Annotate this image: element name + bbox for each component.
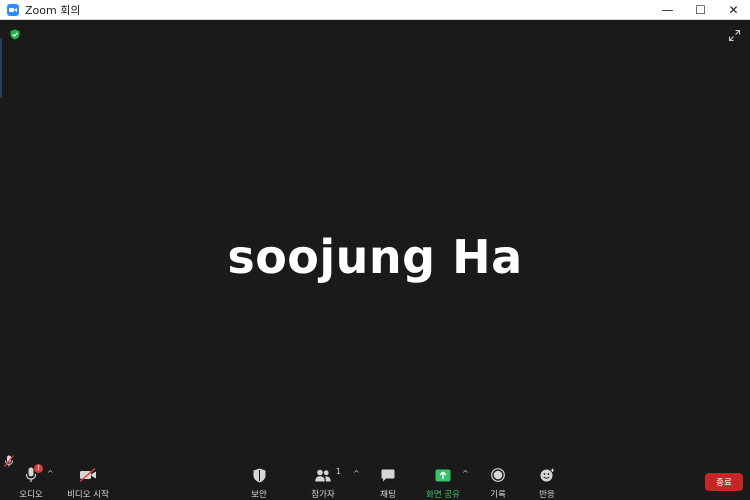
minimize-button[interactable]: —	[651, 0, 684, 20]
audio-options-chevron-icon[interactable]: ^	[47, 469, 54, 478]
window-title: Zoom 회의	[25, 3, 81, 17]
reactions-button[interactable]: 반응	[534, 466, 560, 500]
record-button[interactable]: 기록	[485, 466, 511, 500]
microphone-icon: !	[25, 464, 43, 484]
start-video-button[interactable]: 비디오 시작	[65, 466, 111, 500]
people-icon: 1	[315, 466, 341, 484]
fullscreen-icon[interactable]	[728, 26, 741, 45]
participants-button[interactable]: 1 참가자	[309, 466, 341, 500]
chat-button[interactable]: 채팅	[375, 466, 401, 500]
participants-options-chevron-icon[interactable]: ^	[353, 469, 360, 478]
meeting-toolbar: ! 오디오 ^ 비디오 시작 보안 1 참가자 ^ 채팅 화면 공유 ^ 기록 …	[0, 464, 750, 500]
left-edge-strip	[0, 38, 2, 98]
share-screen-button[interactable]: 화면 공유	[424, 466, 462, 500]
audio-button[interactable]: ! 오디오	[16, 464, 46, 500]
security-button[interactable]: 보안	[245, 466, 273, 500]
video-off-icon	[79, 466, 97, 484]
close-button[interactable]: ✕	[717, 0, 750, 20]
window-controls: — ☐ ✕	[651, 0, 750, 20]
reactions-label: 반응	[539, 490, 555, 500]
record-icon	[491, 466, 505, 484]
share-screen-label: 화면 공유	[426, 490, 460, 500]
end-meeting-button[interactable]: 종료	[705, 473, 743, 491]
security-label: 보안	[251, 490, 267, 500]
record-label: 기록	[490, 490, 506, 500]
title-bar: Zoom 회의 — ☐ ✕	[0, 0, 750, 20]
start-video-label: 비디오 시작	[67, 490, 109, 500]
audio-label: 오디오	[19, 490, 43, 500]
chat-bubble-icon	[381, 466, 395, 484]
emoji-icon	[540, 466, 555, 484]
shield-icon	[253, 466, 266, 484]
maximize-button[interactable]: ☐	[684, 0, 717, 20]
chat-label: 채팅	[380, 490, 396, 500]
zoom-app-icon	[7, 3, 19, 16]
participants-count: 1	[335, 467, 341, 476]
audio-warning-badge: !	[34, 464, 43, 473]
participants-label: 참가자	[311, 490, 335, 500]
share-screen-icon	[435, 466, 451, 484]
shield-check-icon[interactable]	[10, 25, 20, 44]
share-options-chevron-icon[interactable]: ^	[462, 469, 469, 478]
meeting-area: soojung Ha ! 오디오 ^ 비디오 시작 보안 1 참가자 ^ 채팅 …	[0, 20, 750, 500]
participant-name: soojung Ha	[227, 230, 523, 284]
